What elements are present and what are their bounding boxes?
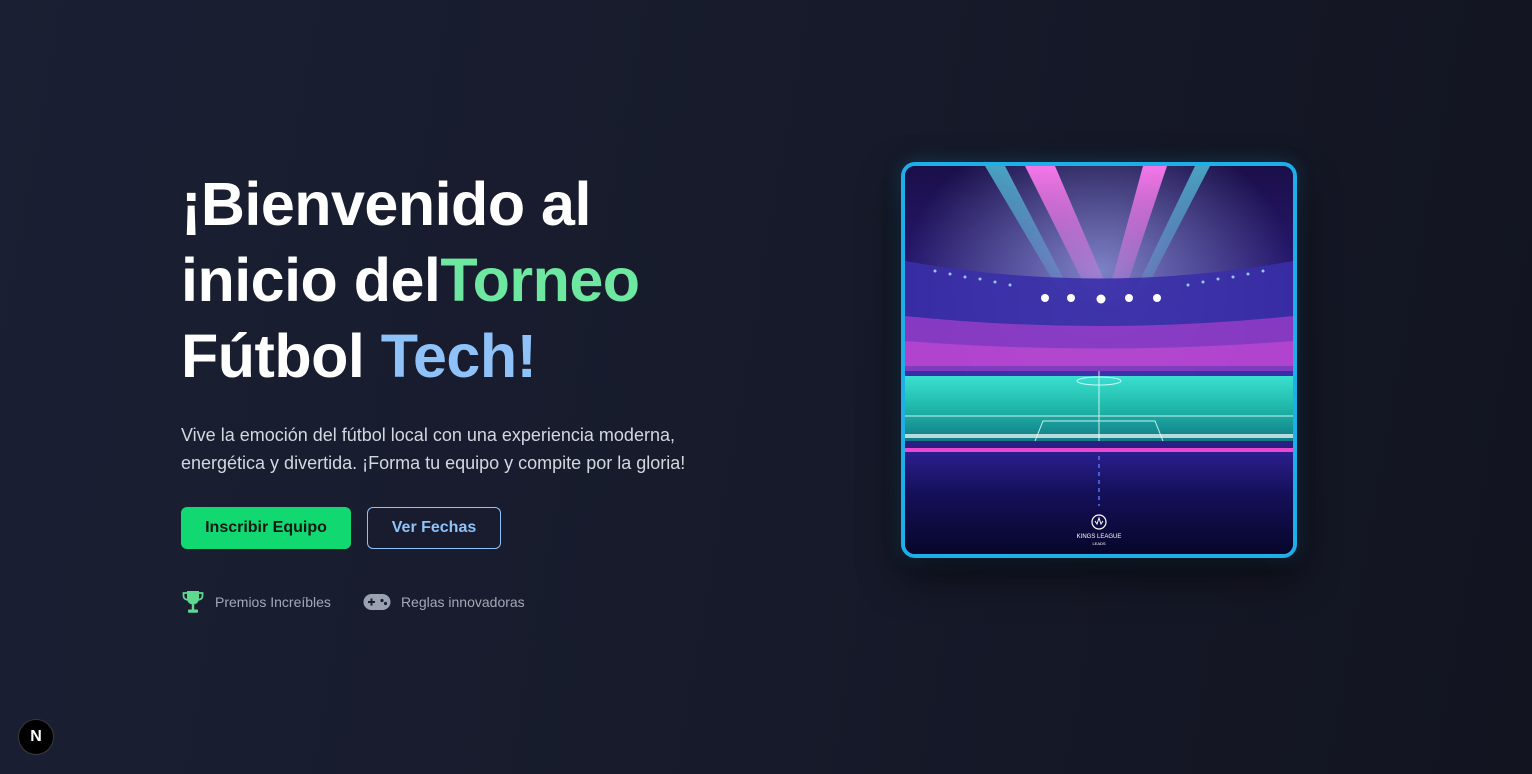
- title-line-2-prefix: inicio del: [181, 246, 441, 314]
- title-accent-tech: Tech!: [380, 322, 537, 390]
- next-dev-badge[interactable]: N: [18, 719, 54, 755]
- feature-rules: Reglas innovadoras: [363, 593, 525, 611]
- register-team-button[interactable]: Inscribir Equipo: [181, 507, 351, 549]
- feature-label: Premios Increíbles: [215, 594, 331, 610]
- trophy-icon: [181, 589, 205, 615]
- title-line-1: ¡Bienvenido al: [181, 170, 591, 238]
- hero-subtitle: Vive la emoción del fútbol local con una…: [181, 421, 721, 477]
- feature-label: Reglas innovadoras: [400, 594, 525, 610]
- stadium-illustration: KINGS LEAGUE LEADS: [905, 166, 1293, 554]
- subtitle-line-1: Vive la emoción del fútbol local con una…: [181, 425, 675, 445]
- feature-list: Premios Increíbles Reglas innovadoras: [181, 589, 741, 615]
- page-title: ¡Bienvenido al inicio delTorneo Fútbol T…: [181, 166, 741, 394]
- subtitle-line-2: energética y divertida. ¡Forma tu equipo…: [181, 453, 686, 473]
- feature-prizes: Premios Increíbles: [181, 589, 331, 615]
- view-dates-button[interactable]: Ver Fechas: [367, 507, 501, 549]
- logo-text-line-2: LEADS: [1092, 541, 1105, 546]
- title-accent-torneo: Torneo: [440, 246, 640, 314]
- logo-text-line-1: KINGS LEAGUE: [1077, 534, 1122, 540]
- stadium-image: KINGS LEAGUE LEADS: [901, 162, 1297, 558]
- gamepad-icon: [363, 593, 391, 611]
- hero-content: ¡Bienvenido al inicio delTorneo Fútbol T…: [181, 166, 741, 615]
- title-line-3-prefix: Fútbol: [181, 322, 381, 390]
- cta-row: Inscribir Equipo Ver Fechas: [181, 507, 741, 549]
